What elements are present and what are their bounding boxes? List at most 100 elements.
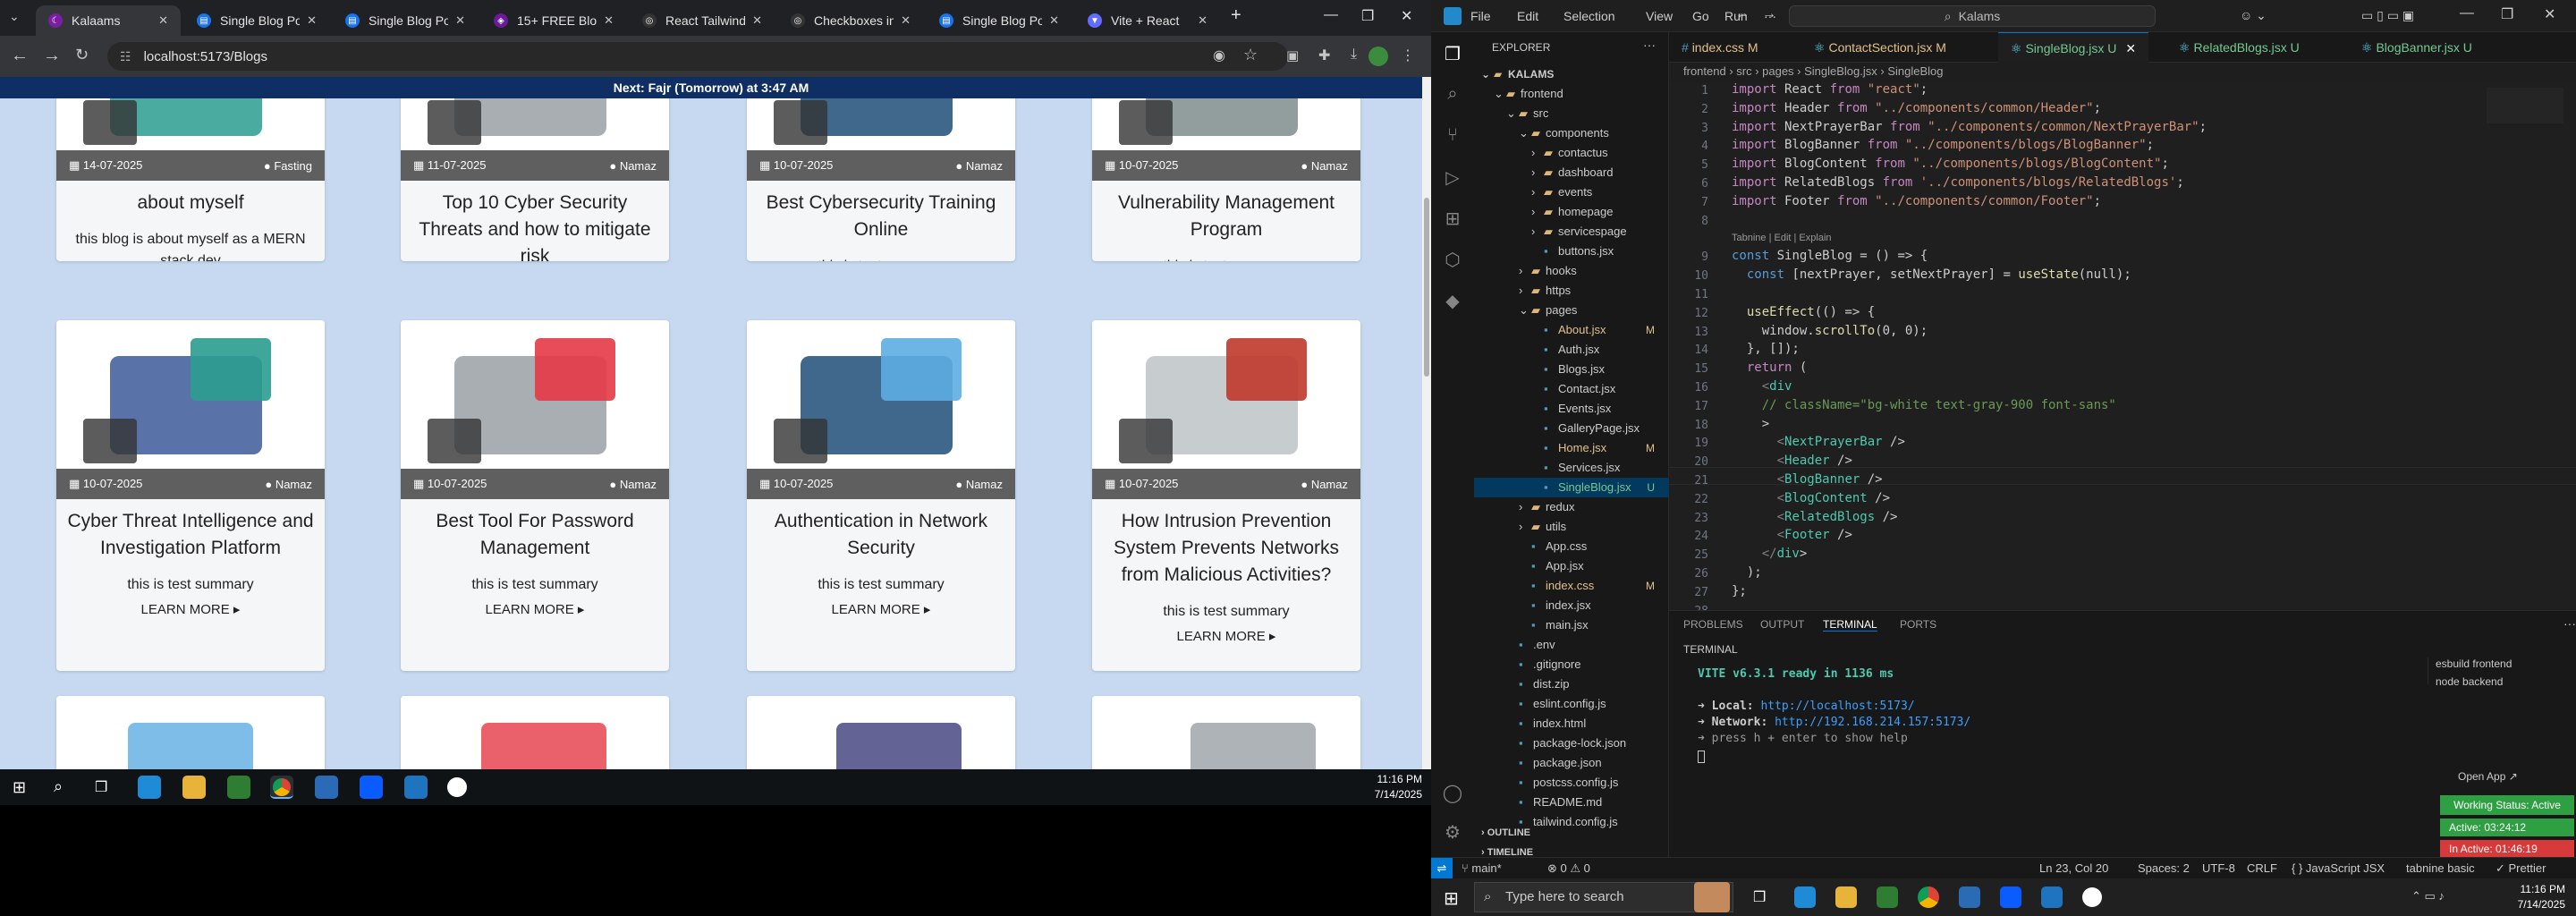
terminal-instance[interactable]: node backend	[2436, 675, 2503, 688]
app-icon[interactable]	[1959, 886, 1980, 908]
open-app-link[interactable]: Open App ↗	[2458, 770, 2518, 783]
tree-item[interactable]: ⌄ ▰ pages	[1474, 301, 1669, 320]
terminal-output[interactable]: VITE v6.3.1 ready in 1136 ms ➜ Local: ht…	[1698, 666, 1970, 763]
branch-status[interactable]: ⑂ main*	[1462, 861, 1502, 875]
tab-close-icon[interactable]: ✕	[158, 13, 168, 28]
tabnine-icon[interactable]: ◆	[1442, 290, 1463, 311]
blog-card[interactable]: ▦ 10-07-2025 ● Namaz How Intrusion Prevent…	[1092, 320, 1360, 671]
scrollbar-thumb[interactable]	[1424, 198, 1429, 377]
tree-item[interactable]: ▪ App.css	[1474, 537, 1669, 556]
panel-more-icon[interactable]: ···	[2563, 616, 2576, 631]
tree-item[interactable]: › ▰ https	[1474, 281, 1669, 301]
code-line[interactable]: import NextPrayerBar from "../components…	[1732, 120, 2207, 134]
account-icon[interactable]: ◯	[1442, 782, 1463, 803]
editor-tab[interactable]: ⚛ RelatedBlogs.jsx U	[2166, 32, 2312, 63]
editor-tab[interactable]: ⚛ BlogBanner.jsx U	[2349, 32, 2485, 63]
file-explorer-icon[interactable]	[1835, 886, 1857, 908]
tree-item[interactable]: ▪ Auth.jsx	[1474, 340, 1669, 360]
tree-item[interactable]: › ▰ utils	[1474, 517, 1669, 537]
store-icon[interactable]	[227, 776, 250, 799]
learn-more-link[interactable]: LEARN MORE ▸	[401, 601, 669, 617]
tree-item[interactable]: ▪ Blogs.jsx	[1474, 360, 1669, 379]
tree-item[interactable]: ▪ GalleryPage.jsx	[1474, 419, 1669, 438]
reload-icon[interactable]: ↻	[75, 46, 89, 64]
copilot-icon[interactable]: ☺ ⌄	[2240, 8, 2267, 23]
menu-item[interactable]: Go	[1692, 9, 1709, 23]
panel-tab[interactable]: TERMINAL	[1823, 618, 1877, 632]
store-icon[interactable]	[1877, 886, 1898, 908]
end-of-line[interactable]: CRLF	[2247, 861, 2277, 875]
tree-item[interactable]: ▪ eslint.config.js	[1474, 694, 1669, 714]
browser-tab[interactable]: ▤ Single Blog Posts ✕	[184, 5, 329, 36]
learn-more-link[interactable]: LEARN MORE ▸	[1092, 628, 1360, 644]
minimize-icon[interactable]: —	[1324, 7, 1338, 23]
tree-item[interactable]: ▪ README.md	[1474, 793, 1669, 812]
code-line[interactable]: <BlogContent />	[1732, 491, 1890, 505]
blog-card-title[interactable]: Vulnerability Management Program	[1092, 181, 1360, 243]
code-line[interactable]: <RelatedBlogs />	[1732, 510, 1898, 524]
tree-item[interactable]: ▪ index.html	[1474, 714, 1669, 734]
explorer-icon[interactable]: ❐	[1442, 43, 1463, 64]
blog-card[interactable]	[747, 696, 1015, 769]
local-url[interactable]: http://localhost:5173/	[1760, 700, 1914, 713]
codelens[interactable]: Tabnine | Edit | Explain	[1732, 233, 1832, 243]
blog-card[interactable]: ▦ 10-07-2025 ● Namaz Best Cybersecurity Tr…	[747, 98, 1015, 261]
gear-icon[interactable]: ⚙	[1442, 821, 1463, 843]
blog-card-title[interactable]: Top 10 Cyber Security Threats and how to…	[401, 181, 669, 261]
problems-status[interactable]: ⊗ 0 ⚠ 0	[1547, 861, 1590, 876]
search-icon[interactable]: ⌕	[54, 777, 63, 796]
blog-card-title[interactable]: How Intrusion Prevention System Prevents…	[1092, 499, 1360, 589]
code-line[interactable]: import React from "react";	[1732, 82, 1928, 97]
editor-tab[interactable]: # index.css M	[1669, 32, 1771, 63]
code-editor[interactable]: 1 import React from "react"; 2 import Heade…	[1669, 82, 2576, 610]
tree-item[interactable]: ▪ tailwind.config.js	[1474, 812, 1669, 832]
tree-item[interactable]: › ▰ redux	[1474, 497, 1669, 517]
blog-card-title[interactable]: Authentication in Network Security	[747, 499, 1015, 562]
menu-item[interactable]: Run	[1724, 9, 1748, 23]
blog-card-title[interactable]: Best Cybersecurity Training Online	[747, 181, 1015, 243]
run-debug-icon[interactable]: ▷	[1442, 166, 1463, 188]
tab-close-icon[interactable]: ✕	[604, 13, 614, 28]
tree-item[interactable]: › ▰ hooks	[1474, 261, 1669, 281]
tab-close-icon[interactable]: ✕	[752, 13, 762, 28]
layout-icons[interactable]: ▭ ▯ ▭ ▣	[2361, 8, 2414, 23]
blog-card-title[interactable]: about myself	[56, 181, 325, 216]
menu-kebab-icon[interactable]: ⋮	[1401, 47, 1415, 64]
blog-card[interactable]: ▦ 14-07-2025 ● Fasting about myself this bl…	[56, 98, 325, 261]
prettier-status[interactable]: ✓ Prettier	[2496, 861, 2546, 876]
tree-item[interactable]: ▪ index.jsx	[1474, 596, 1669, 615]
code-line[interactable]: useEffect(() => {	[1732, 305, 1875, 319]
tree-item[interactable]: ▪ main.jsx	[1474, 615, 1669, 635]
tree-item[interactable]: › ▰ servicespage	[1474, 222, 1669, 242]
network-url[interactable]: http://192.168.214.157:5173/	[1775, 716, 1970, 729]
profile-avatar[interactable]	[1368, 47, 1388, 66]
tabnine-status[interactable]: tabnine basic	[2406, 861, 2475, 875]
tree-item[interactable]: ▪ App.jsx	[1474, 556, 1669, 576]
bookmark-star-icon[interactable]: ☆	[1243, 46, 1258, 64]
editor-tab[interactable]: ⚛ SingleBlog.jsx U ✕	[1998, 32, 2149, 63]
command-center-search[interactable]: ⌕ Kalams	[1789, 5, 2156, 27]
code-line[interactable]: import BlogContent from "../components/b…	[1732, 157, 2169, 171]
app-icon[interactable]	[315, 776, 338, 799]
blog-card-title[interactable]: Cyber Threat Intelligence and Investigat…	[56, 499, 325, 562]
chrome-icon[interactable]	[1918, 886, 1939, 908]
file-explorer-icon[interactable]	[182, 776, 206, 799]
blog-card[interactable]: ▦ 11-07-2025 ● Namaz Top 10 Cyber Security…	[401, 98, 669, 261]
code-line[interactable]: <Footer />	[1732, 528, 1852, 542]
code-line[interactable]: import Footer from "../components/common…	[1732, 194, 2101, 208]
blog-card[interactable]	[401, 696, 669, 769]
code-line[interactable]: <BlogBanner />	[1732, 472, 1883, 487]
tab-close-icon[interactable]: ✕	[1198, 13, 1208, 28]
blog-card[interactable]: ▦ 10-07-2025 ● Namaz Authentication in Net…	[747, 320, 1015, 671]
vscode-taskbar-icon[interactable]	[2041, 886, 2063, 908]
cursor-position[interactable]: Ln 23, Col 20	[2039, 861, 2108, 875]
remote-indicator-icon[interactable]: ⇌	[1431, 858, 1453, 878]
browser-tab[interactable]: ◈ 15+ FREE Blog W ✕	[481, 5, 626, 36]
code-line[interactable]: import RelatedBlogs from '../components/…	[1732, 175, 2184, 190]
code-line[interactable]: );	[1732, 565, 1762, 580]
back-icon[interactable]: ←	[11, 46, 29, 66]
app-round-icon[interactable]	[2082, 887, 2102, 907]
tree-item[interactable]: ▪ index.css M	[1474, 576, 1669, 596]
tree-item[interactable]: ▪ package-lock.json	[1474, 734, 1669, 753]
learn-more-link[interactable]: LEARN MORE ▸	[747, 601, 1015, 617]
